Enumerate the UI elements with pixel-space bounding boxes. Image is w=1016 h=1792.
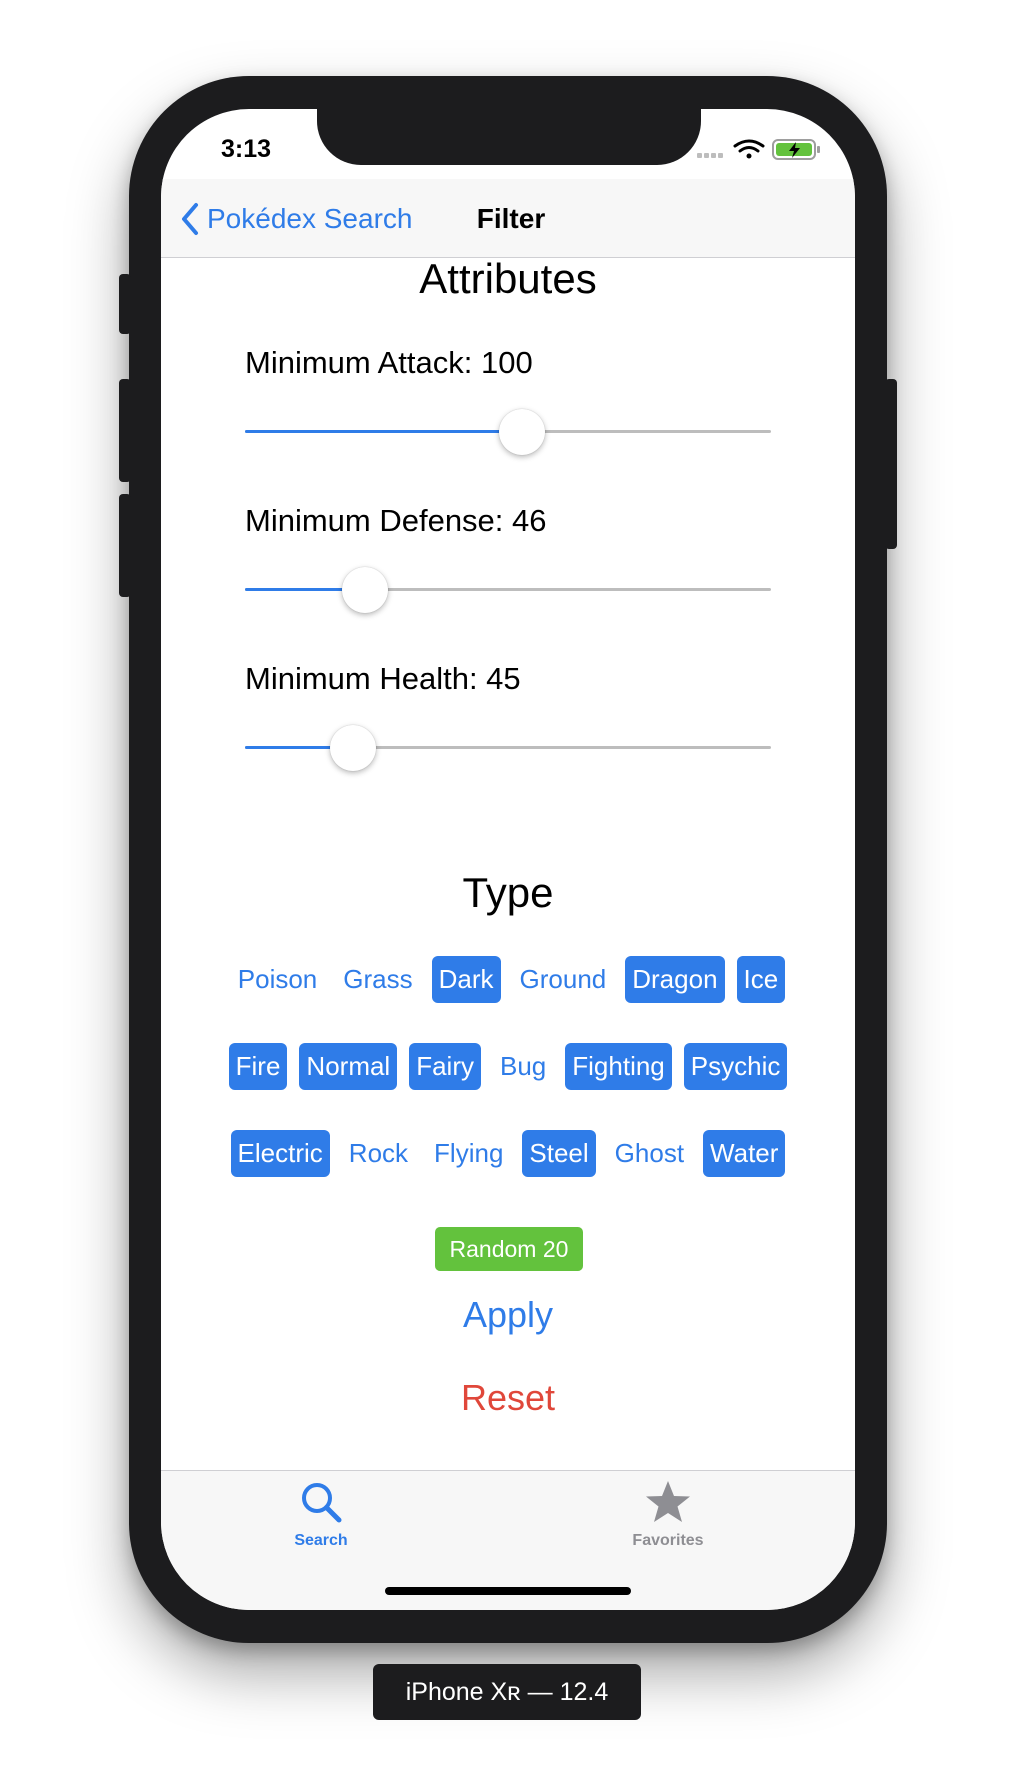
health-label: Minimum Health: 45 — [245, 661, 521, 696]
apply-button[interactable]: Apply — [161, 1294, 855, 1336]
type-chip-ground[interactable]: Ground — [513, 956, 614, 1003]
defense-slider[interactable] — [245, 567, 771, 613]
type-chip-bug[interactable]: Bug — [493, 1043, 553, 1090]
type-chip-steel[interactable]: Steel — [522, 1130, 596, 1177]
type-chip-grass[interactable]: Grass — [336, 956, 419, 1003]
type-chip-dragon[interactable]: Dragon — [625, 956, 725, 1003]
volume-down-button — [119, 494, 131, 597]
tab-search[interactable]: Search — [241, 1479, 401, 1550]
tab-search-label: Search — [294, 1532, 348, 1549]
search-icon — [302, 1483, 342, 1523]
slider-thumb[interactable] — [329, 725, 376, 771]
screen: 3:13 Pokédex Search Filter Attributes Mi… — [161, 109, 855, 1610]
notch — [317, 109, 701, 165]
tab-favorites[interactable]: Favorites — [588, 1479, 748, 1550]
type-row-3: Electric Rock Flying Steel Ghost Water — [161, 1130, 855, 1177]
slider-fill — [245, 430, 523, 433]
wifi-icon — [733, 139, 765, 159]
type-chip-rock[interactable]: Rock — [342, 1130, 415, 1177]
type-row-1: Poison Grass Dark Ground Dragon Ice — [161, 956, 855, 1003]
status-icons — [697, 139, 820, 160]
star-icon — [646, 1481, 690, 1522]
type-chip-flying[interactable]: Flying — [427, 1130, 510, 1177]
mute-switch — [119, 274, 131, 334]
volume-up-button — [119, 379, 131, 482]
type-chip-fairy[interactable]: Fairy — [409, 1043, 481, 1090]
type-chip-ice[interactable]: Ice — [736, 956, 786, 1003]
signal-icon — [697, 153, 723, 158]
type-chip-electric[interactable]: Electric — [230, 1130, 330, 1177]
tab-favorites-label: Favorites — [632, 1532, 704, 1549]
nav-title: Filter — [476, 203, 546, 234]
defense-label: Minimum Defense: 46 — [245, 503, 547, 538]
slider-thumb[interactable] — [499, 409, 546, 455]
status-time: 3:13 — [221, 135, 272, 163]
type-chip-ghost[interactable]: Ghost — [608, 1130, 691, 1177]
power-button — [885, 379, 897, 549]
attack-label: Minimum Attack: 100 — [245, 345, 533, 380]
attributes-heading: Attributes — [419, 255, 597, 302]
type-chip-fighting[interactable]: Fighting — [565, 1043, 672, 1090]
type-chip-fire[interactable]: Fire — [228, 1043, 288, 1090]
type-chip-psychic[interactable]: Psychic — [683, 1043, 788, 1090]
device-label: iPhone Xʀ — 12.4 — [373, 1664, 641, 1720]
navigation-bar: Pokédex Search Filter — [161, 179, 855, 258]
random-20-button[interactable]: Random 20 — [435, 1227, 583, 1271]
type-chip-water[interactable]: Water — [703, 1130, 786, 1177]
battery-charging-icon — [772, 139, 820, 160]
reset-button[interactable]: Reset — [161, 1377, 855, 1419]
type-chip-normal[interactable]: Normal — [299, 1043, 398, 1090]
type-chip-poison[interactable]: Poison — [231, 956, 325, 1003]
home-indicator — [385, 1587, 631, 1595]
type-chip-dark[interactable]: Dark — [431, 956, 501, 1003]
slider-thumb[interactable] — [341, 567, 388, 613]
health-slider[interactable] — [245, 725, 771, 771]
attack-slider[interactable] — [245, 409, 771, 455]
type-row-2: Fire Normal Fairy Bug Fighting Psychic — [161, 1043, 855, 1090]
type-heading: Type — [462, 869, 554, 916]
